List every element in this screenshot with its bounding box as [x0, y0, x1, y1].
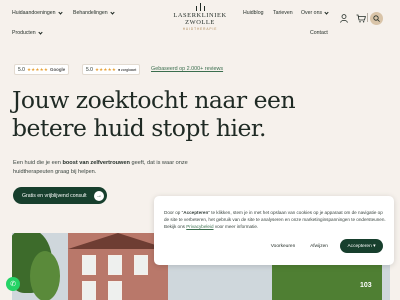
star-rating-icon: ★★★★★ [94, 66, 117, 72]
hero-text-bold: boost van zelfvertrouwen [62, 160, 130, 166]
chevron-down-icon [110, 9, 115, 15]
hero-title-line-1: Jouw zoektocht naar een [12, 86, 296, 114]
review-score: 5.0 [18, 66, 25, 73]
nav-huidaandoeningen[interactable]: Huidaandoeningen [12, 9, 63, 16]
nav-label: Behandelingen [73, 10, 108, 16]
privacy-policy-link[interactable]: Privacybeleid [186, 224, 213, 229]
chevron-down-icon [57, 9, 63, 15]
google-logo: Google [50, 67, 66, 72]
reviews-link[interactable]: Gebaseerd op 2.000+ reviews [151, 66, 223, 72]
cookie-text-part: Door op " [164, 210, 184, 215]
hero-title: Jouw zoektocht naar een betere huid stop… [12, 86, 296, 142]
zorgkaart-review-badge[interactable]: 5.0 ★★★★★ ■ zorgkaart [82, 64, 141, 75]
nav-huidblog[interactable]: Huidblog [243, 10, 263, 16]
google-review-badge[interactable]: 5.0 ★★★★★ Google [14, 64, 70, 75]
nav-label: Huidaandoeningen [12, 10, 56, 16]
hero-description: Een huid die je een boost van zelfvertro… [13, 159, 193, 176]
account-icon[interactable] [338, 12, 350, 24]
nav-label: Contact [310, 30, 328, 36]
logo[interactable]: LASERKLINIEK ZWOLLE HUIDTHERAPIE [160, 3, 240, 31]
hero-text-part: Een huid die je een [13, 160, 63, 166]
nav-contact[interactable]: Contact [310, 30, 328, 36]
arrow-right-icon: → [94, 190, 104, 201]
logo-mark-icon [160, 3, 240, 11]
free-consult-button[interactable]: Gratis en vrijblijvend consult → [13, 187, 107, 204]
cookie-text-part: voor meer informatie. [213, 223, 259, 229]
cookie-text-bold: Accepteren [183, 210, 209, 215]
cart-icon[interactable] [355, 12, 367, 24]
review-score: 5.0 [86, 66, 93, 73]
logo-title: LASERKLINIEK ZWOLLE [173, 12, 227, 26]
whatsapp-icon[interactable]: ✆ [6, 277, 20, 291]
chevron-down-icon [38, 29, 43, 35]
nav-producten[interactable]: Producten [12, 29, 43, 36]
nav-over-ons[interactable]: Over ons [301, 9, 329, 16]
cookie-deny-button[interactable]: Afwijzen [304, 239, 334, 253]
nav-label: Tarieven [273, 10, 293, 16]
review-platform-logo: ■ zorgkaart [118, 67, 137, 72]
cookie-banner: Door op "Accepteren" te klikken, stem je… [154, 196, 394, 265]
cta-label: Gratis en vrijblijvend consult [22, 192, 87, 199]
logo-subtitle: HUIDTHERAPIE [182, 27, 218, 31]
star-rating-icon: ★★★★★ [26, 66, 49, 72]
cookie-preferences-button[interactable]: Voorkeuren [266, 239, 300, 253]
house-number: 103 [360, 282, 372, 289]
nav-label: Over ons [301, 10, 323, 16]
cookie-text: Door op "Accepteren" te klikken, stem je… [164, 210, 388, 230]
nav-behandelingen[interactable]: Behandelingen [73, 9, 115, 16]
hero-title-line-2: betere huid stopt hier. [12, 114, 267, 142]
cookie-accept-button[interactable]: Accepteren ▾ [340, 239, 383, 253]
chevron-down-icon [324, 9, 329, 15]
nav-label: Huidblog [243, 10, 264, 16]
nav-tarieven[interactable]: Tarieven [273, 10, 293, 16]
search-icon[interactable] [370, 12, 383, 25]
nav-label: Producten [12, 30, 36, 36]
header-divider [367, 13, 368, 22]
site-header: Huidaandoeningen Behandelingen Producten… [0, 0, 400, 42]
